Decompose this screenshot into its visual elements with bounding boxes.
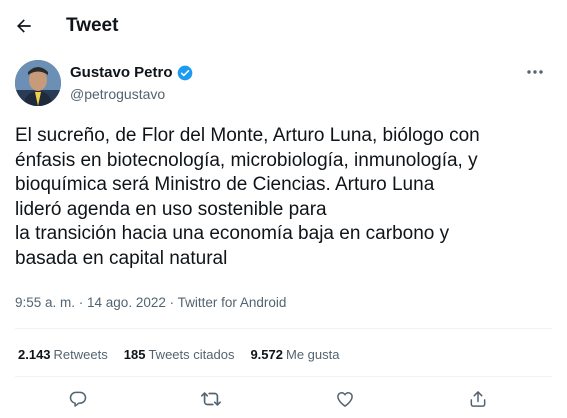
tweet-line: énfasis en biotecnología, microbiología,… [15,149,478,171]
divider [15,376,552,377]
quotes-count: 185 [123,347,146,362]
author-name[interactable]: Gustavo Petro [70,64,173,81]
tweet-line: bioquímica será Ministro de Ciencias. Ar… [15,174,435,195]
tweet-stats: 2.143 Retweets 185 Tweets citados 9.572 Me … [18,347,339,362]
arrow-left-icon [17,19,31,33]
like-button[interactable] [330,384,360,414]
more-icon [527,70,543,74]
tweet-line: basada en capital natural [15,247,228,269]
tweet-line: El sucreño, de Flor del Monte, Arturo Lu… [15,125,480,146]
share-icon [470,391,486,407]
author-row: Gustavo Petro [70,64,193,81]
retweets-label: Retweets [53,347,108,362]
tweet-line: la transición hacia una economía baja en… [15,223,450,244]
retweet-button[interactable] [196,384,226,414]
quotes-label: Tweets citados [148,347,235,362]
retweets-count: 2.143 [18,347,51,362]
avatar[interactable] [15,60,61,106]
author-handle[interactable]: @petrogustavo [70,86,165,102]
more-options-button[interactable] [522,62,548,82]
quotes-stat[interactable]: 185 Tweets citados [124,347,235,362]
verified-badge-icon [177,65,193,81]
tweet-header: Tweet [0,0,567,52]
divider [15,328,552,329]
retweet-icon [201,392,221,406]
page-title: Tweet [66,15,119,36]
tweet-actions [0,384,567,414]
avatar-image [15,60,61,106]
reply-icon [69,391,87,407]
likes-count: 9.572 [250,347,283,362]
back-button[interactable] [10,12,38,40]
like-icon [337,392,353,407]
reply-button[interactable] [63,384,93,414]
tweet-line: lideró agenda en uso sostenible para [15,198,327,220]
share-button[interactable] [463,384,493,414]
likes-label: Me gusta [286,347,340,362]
retweets-stat[interactable]: 2.143 Retweets [18,347,108,362]
likes-stat[interactable]: 9.572 Me gusta [250,347,339,362]
tweet-timestamp[interactable]: 9:55 a. m. · 14 ago. 2022 · Twitter for … [15,295,286,310]
tweet-text: El sucreño, de Flor del Monte, Arturo Lu… [15,124,555,271]
